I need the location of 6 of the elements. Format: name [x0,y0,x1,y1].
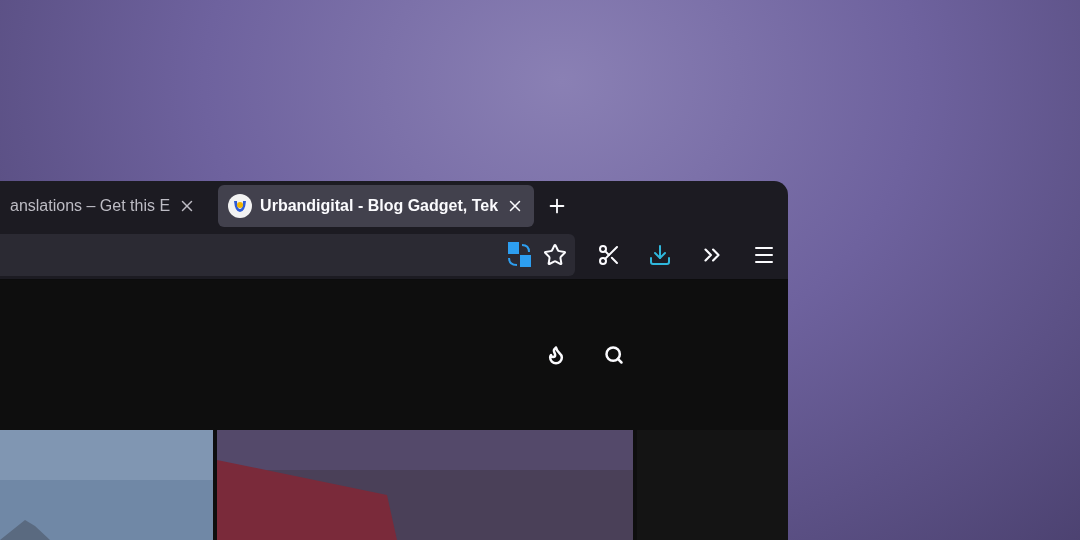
browser-tab[interactable]: Urbandigital - Blog Gadget, Tek [218,184,535,227]
browser-tab[interactable]: anslations – Get this E [0,184,207,227]
tab-title: Urbandigital - Blog Gadget, Tek [260,196,499,215]
tab-title: anslations – Get this E [10,196,171,215]
translate-icon[interactable] [507,240,533,269]
site-logo-icon [228,193,253,218]
